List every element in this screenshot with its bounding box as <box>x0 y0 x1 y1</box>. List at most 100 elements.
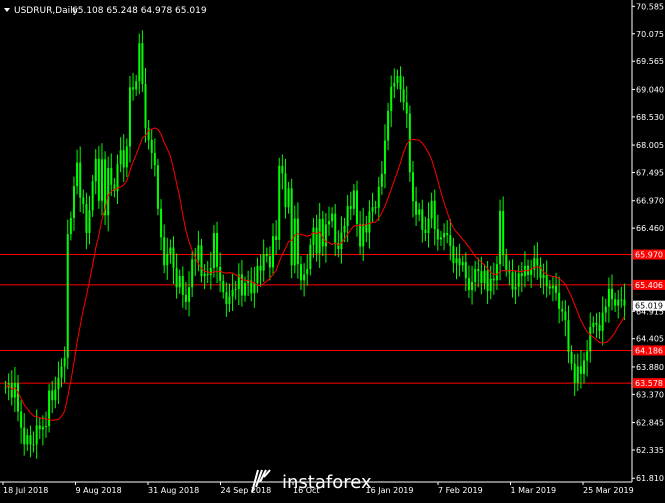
candle-body <box>598 324 601 331</box>
candle-body <box>604 306 607 313</box>
candle-body <box>144 84 147 129</box>
candle-body <box>601 312 604 331</box>
candle-body <box>486 270 489 292</box>
candle-body <box>443 233 446 238</box>
candle-body <box>371 207 374 212</box>
chart-header: USDRUR,Daily 65.108 65.248 64.978 65.019 <box>4 6 207 16</box>
candle-body <box>188 287 191 302</box>
candle-body <box>340 232 343 250</box>
x-tick-label: 9 Aug 2018 <box>76 486 122 495</box>
candle-body <box>175 267 178 288</box>
candle-body <box>570 351 573 364</box>
level-badge-label: 65.970 <box>635 251 663 260</box>
candle-body <box>321 219 324 247</box>
candle-body <box>72 186 75 218</box>
x-tick-label: 16 Jan 2019 <box>366 486 414 495</box>
y-tick-label: 64.405 <box>636 335 664 344</box>
candle-body <box>138 43 141 82</box>
chart-window[interactable]: instaforex 70.585 70.075 69.565 69.040 68.53… <box>0 0 665 499</box>
candle-body <box>349 206 352 209</box>
candle-body <box>418 209 421 215</box>
candle-body <box>408 113 411 173</box>
y-tick-label: 70.585 <box>636 2 664 11</box>
candle-body <box>411 172 414 202</box>
candle-body <box>455 258 458 264</box>
x-tick-label: 7 Feb 2019 <box>438 486 483 495</box>
candle-body <box>576 366 579 384</box>
candle-body <box>592 322 595 328</box>
candle-body <box>69 217 72 235</box>
candle-body <box>505 255 508 271</box>
candle-body <box>315 227 318 254</box>
candle-body <box>318 219 321 254</box>
y-tick-label: 61.810 <box>636 474 664 483</box>
candle-body <box>415 201 418 215</box>
candle-body <box>352 190 355 209</box>
candle-body <box>561 308 564 312</box>
level-badge-label: 64.186 <box>635 346 663 355</box>
candle-body <box>191 259 194 288</box>
y-tick-label: 66.460 <box>636 224 664 233</box>
candle-body <box>300 264 303 281</box>
candle-body <box>334 213 337 244</box>
candle-body <box>405 102 408 114</box>
candle-body <box>262 253 265 271</box>
candle-body <box>290 188 293 266</box>
candle-body <box>439 237 442 240</box>
candle-body <box>60 366 63 378</box>
candle-body <box>216 233 219 267</box>
candle-body <box>536 258 539 266</box>
x-tick-label: 1 Mar 2019 <box>511 486 557 495</box>
candle-body <box>331 213 334 222</box>
price-chart[interactable]: instaforex 70.58570.07569.56569.04068.53… <box>0 0 665 499</box>
x-tick-label: 16 Oct <box>293 486 320 495</box>
candle-body <box>23 427 26 445</box>
candle-body <box>551 285 554 289</box>
candle-body <box>511 272 514 290</box>
candle-body <box>88 210 91 234</box>
candle-body <box>489 278 492 292</box>
candle-body <box>122 150 125 168</box>
candle-body <box>135 81 138 90</box>
candle-body <box>464 262 467 279</box>
candle-body <box>324 224 327 247</box>
candle-body <box>530 269 533 275</box>
candle-body <box>589 327 592 352</box>
candle-body <box>181 276 184 295</box>
level-badge-label: 63.578 <box>635 379 663 388</box>
candle-body <box>128 87 131 147</box>
candle-body <box>97 158 100 201</box>
candle-body <box>355 190 358 224</box>
candle-body <box>281 165 284 174</box>
candle-body <box>79 162 82 198</box>
candle-body <box>178 276 181 288</box>
candle-body <box>278 165 281 241</box>
candle-body <box>306 269 309 275</box>
candle-body <box>383 140 386 174</box>
symbol-timeframe: USDRUR,Daily <box>14 6 79 16</box>
candle-body <box>57 377 60 390</box>
y-tick-label: 70.075 <box>636 30 664 39</box>
candle-body <box>287 188 290 208</box>
candle-body <box>514 286 517 290</box>
candle-body <box>555 285 558 293</box>
candle-body <box>284 173 287 208</box>
candle-body <box>480 271 483 284</box>
candle-body <box>421 209 424 230</box>
candle-body <box>359 223 362 247</box>
ohlc-values: 65.108 65.248 64.978 65.019 <box>72 6 207 16</box>
candle-body <box>564 311 567 321</box>
y-tick-label: 62.335 <box>636 446 664 455</box>
candle-body <box>228 296 231 304</box>
candle-body <box>119 150 122 165</box>
level-badge-label: 65.406 <box>635 281 663 290</box>
candle-body <box>517 273 520 287</box>
candle-body <box>26 435 29 445</box>
candle-body <box>107 167 110 216</box>
y-tick-label: 69.565 <box>636 57 664 66</box>
candle-body <box>63 357 66 367</box>
x-tick-label: 31 Aug 2018 <box>148 486 199 495</box>
candle-body <box>545 274 548 287</box>
candle-body <box>387 110 390 141</box>
candle-body <box>467 278 470 291</box>
